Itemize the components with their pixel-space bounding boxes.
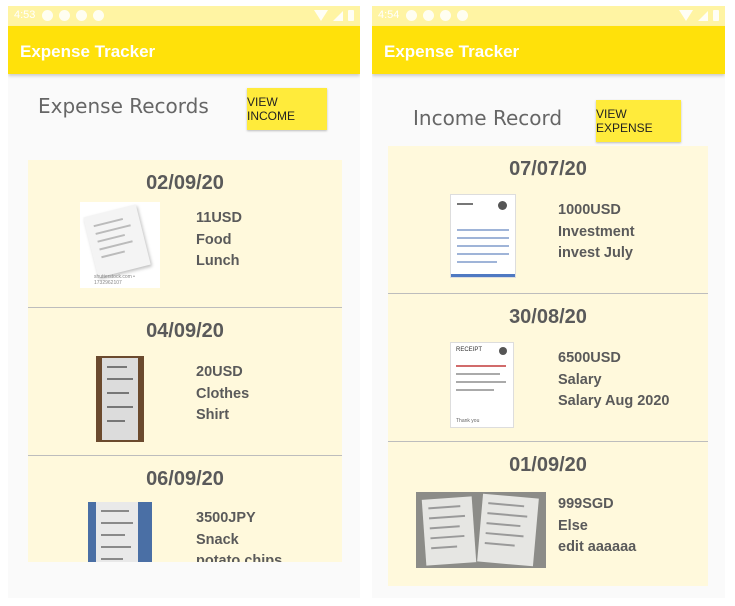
income-record-screen: 4:54 Expense Tracker Income Record VIEW … [372,6,725,598]
settings-icon [42,10,53,21]
page-title: Income Record [413,106,563,130]
record-details: 1000USD Investment invest July [558,200,635,265]
view-expense-button[interactable]: VIEW EXPENSE [596,100,681,142]
receipt-image: RECEIPT Thank you [450,342,514,428]
status-time: 4:54 [378,9,400,21]
income-record-list[interactable]: 07/07/20 1000USD Investment invest July … [388,146,708,586]
record-icon [93,10,104,21]
sd-card-icon [76,10,87,21]
shield-icon [423,10,434,21]
record-amount: 3500JPY [196,510,256,526]
invoice-image [450,194,516,278]
record-icon [457,10,468,21]
receipt-header: RECEIPT [456,347,483,353]
record-amount: 6500USD [558,350,621,366]
status-notification-icons [406,10,468,21]
record-note: Salary Aug 2020 [558,393,670,409]
signal-icon [333,10,343,21]
record-note: invest July [558,245,633,261]
app-title: Expense Tracker [384,42,520,61]
record-date: 06/09/20 [146,468,224,490]
shield-icon [59,10,70,21]
record-details: 11USD Food Lunch [196,208,242,273]
record-date: 04/09/20 [146,320,224,342]
receipt-image [96,356,144,442]
record-card[interactable]: 06/09/20 3500JPY Snack potato chips [28,456,342,562]
receipt-photo [416,492,546,568]
record-amount: 11USD [196,210,242,226]
record-amount: 999SGD [558,496,614,512]
record-details: 999SGD Else edit aaaaaa [558,494,636,559]
record-card[interactable]: 30/08/20 RECEIPT Thank you 6500USD Salar… [388,294,708,442]
battery-icon [348,10,354,21]
signal-icon [698,10,708,21]
record-category: Investment [558,223,635,240]
record-category: Snack [196,531,239,548]
record-category: Clothes [196,385,250,402]
record-details: 20USD Clothes Shirt [196,362,249,427]
record-note: Lunch [196,253,240,269]
record-amount: 20USD [196,364,243,380]
status-system-icons [679,10,719,21]
wifi-icon [314,10,328,21]
record-details: 3500JPY Snack potato chips [196,508,282,562]
record-note: edit aaaaaa [558,539,637,555]
record-category: Food [196,231,232,248]
status-time: 4:53 [14,9,36,21]
app-bar: Expense Tracker [8,26,360,74]
status-system-icons [314,10,354,21]
app-bar: Expense Tracker [372,26,725,74]
status-notification-icons [42,10,104,21]
record-category: Else [558,517,588,534]
receipt-image: shutterstock.com • 1732962107 [80,202,160,288]
wifi-icon [679,10,693,21]
record-category: Salary [558,371,602,388]
battery-icon [713,10,719,21]
image-caption: shutterstock.com • 1732962107 [94,274,135,286]
record-amount: 1000USD [558,202,621,218]
record-date: 30/08/20 [509,306,587,328]
app-title: Expense Tracker [20,42,156,61]
record-date: 01/09/20 [509,454,587,476]
record-card[interactable]: 02/09/20 shutterstock.com • 1732962107 1… [28,160,342,308]
record-card[interactable]: 04/09/20 20USD Clothes Shirt [28,308,342,456]
record-card[interactable]: 07/07/20 1000USD Investment invest July [388,146,708,294]
status-bar: 4:54 [372,6,725,26]
receipt-image [88,502,152,562]
record-date: 02/09/20 [146,172,224,194]
expense-records-screen: 4:53 Expense Tracker Expense Records VIE… [8,6,360,598]
record-details: 6500USD Salary Salary Aug 2020 [558,348,670,413]
record-card[interactable]: 01/09/20 999SGD Else edit aaaaaa [388,442,708,586]
record-date: 07/07/20 [509,158,587,180]
record-note: potato chips [196,553,283,562]
receipt-footer: Thank you [456,418,480,424]
receipt-logo [499,347,507,355]
expense-record-list[interactable]: 02/09/20 shutterstock.com • 1732962107 1… [28,160,342,562]
sd-card-icon [440,10,451,21]
status-bar: 4:53 [8,6,360,26]
settings-icon [406,10,417,21]
invoice-logo [498,201,507,210]
record-note: Shirt [196,407,230,423]
page-title: Expense Records [38,94,209,118]
view-income-button[interactable]: VIEW INCOME [247,88,327,130]
